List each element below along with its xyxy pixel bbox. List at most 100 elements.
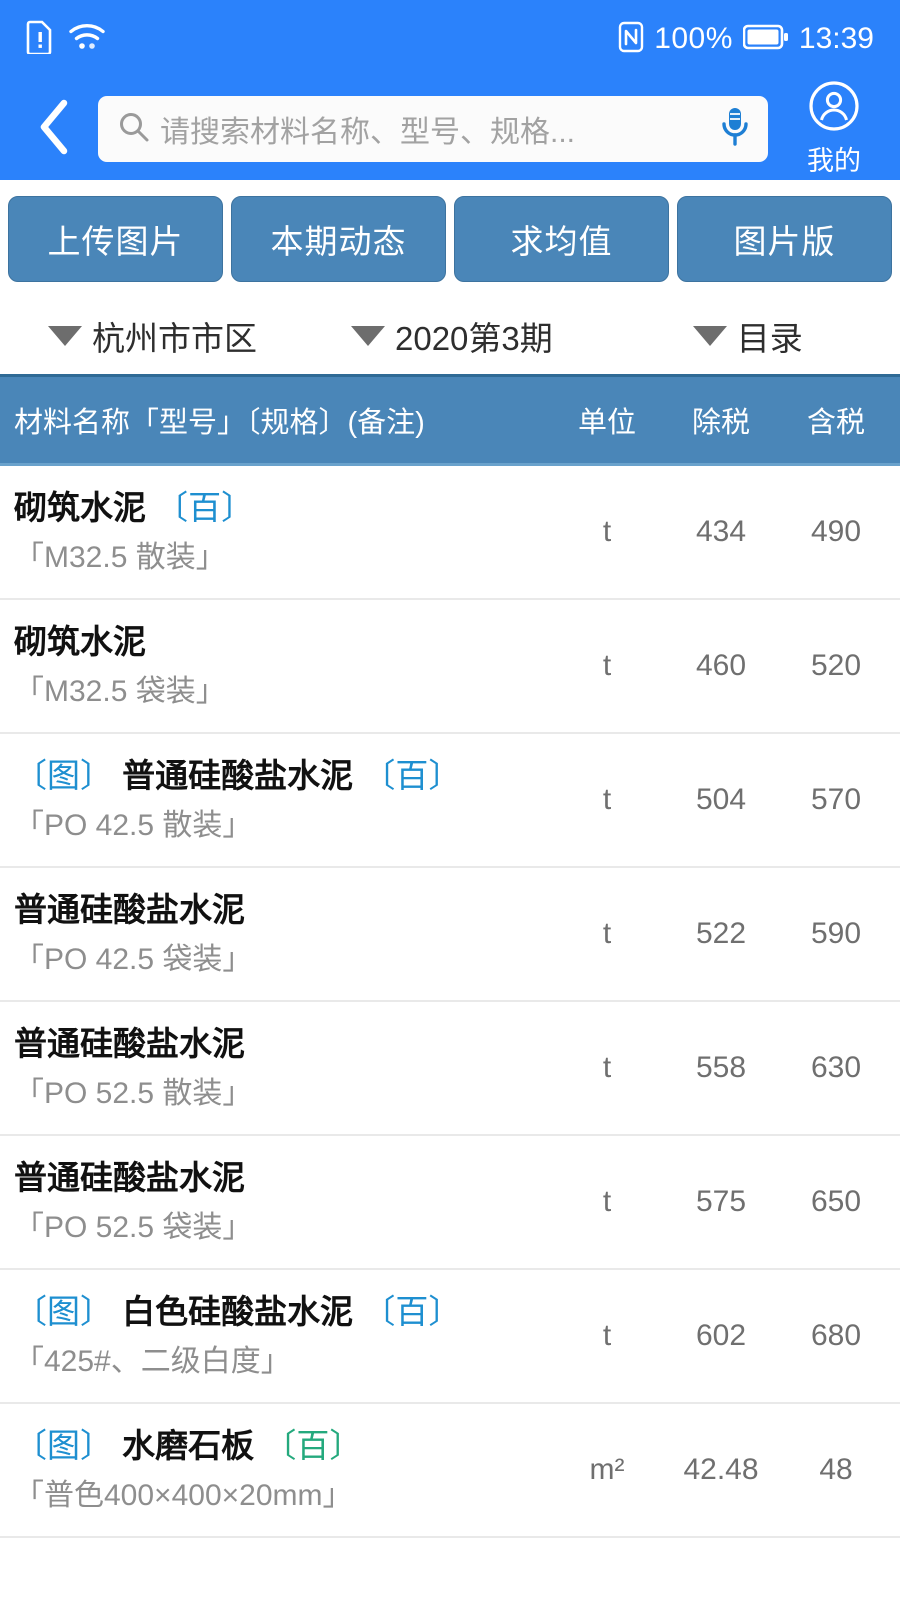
caret-down-icon bbox=[48, 326, 82, 346]
material-name-text: 普通硅酸盐水泥 bbox=[14, 1025, 245, 1063]
caret-down-icon bbox=[692, 326, 727, 346]
filter-period[interactable]: 2020第3期 bbox=[351, 312, 553, 360]
nfc-icon bbox=[618, 21, 644, 58]
table-row[interactable]: 砌筑水泥 「M32.5 袋装」 t 460 520 bbox=[0, 600, 900, 734]
column-header-unit: 单位 bbox=[577, 407, 636, 439]
material-in-tax-price: 630 bbox=[810, 1051, 862, 1084]
image-tag[interactable]: 〔图〕 bbox=[14, 1427, 122, 1464]
column-header-in-tax: 含税 bbox=[806, 407, 865, 439]
material-ex-tax-price: 602 bbox=[695, 1319, 747, 1352]
profile-button[interactable]: 我的 bbox=[786, 80, 882, 178]
material-ex-tax-price: 42.48 bbox=[683, 1453, 759, 1486]
column-header-ex-tax: 除税 bbox=[691, 407, 750, 439]
table-header: 材料名称「型号」〔规格〕(备注) 单位 除税 含税 bbox=[0, 374, 900, 466]
material-unit: t bbox=[602, 917, 612, 950]
profile-label: 我的 bbox=[807, 146, 861, 176]
table-row[interactable]: 〔图〕 水磨石板 〔百〕「普色400×400×20mm」 m² 42.48 48 bbox=[0, 1404, 900, 1538]
material-unit: m² bbox=[589, 1453, 625, 1486]
material-name-text: 普通硅酸盐水泥 bbox=[14, 1159, 245, 1197]
hundred-tag[interactable]: 〔百〕 bbox=[353, 1293, 461, 1330]
material-spec: 「PO 42.5 散装」 bbox=[14, 808, 253, 842]
material-in-tax-price: 680 bbox=[810, 1319, 862, 1352]
filter-catalog[interactable]: 目录 bbox=[692, 312, 803, 360]
material-name-cell: 〔图〕 水磨石板 〔百〕「普色400×400×20mm」 bbox=[0, 1427, 552, 1512]
material-unit: t bbox=[602, 1051, 612, 1084]
upload-image-button[interactable]: 上传图片 bbox=[8, 196, 223, 282]
image-tag[interactable]: 〔图〕 bbox=[14, 757, 122, 794]
search-input[interactable]: 请搜索材料名称、型号、规格... bbox=[160, 107, 708, 151]
material-unit: t bbox=[602, 783, 612, 816]
material-in-tax-price: 48 bbox=[819, 1453, 853, 1486]
material-name-text: 普通硅酸盐水泥 bbox=[122, 757, 354, 795]
material-name-text: 砌筑水泥 bbox=[14, 623, 146, 661]
material-ex-tax-price: 504 bbox=[695, 783, 747, 816]
filter-row: 杭州市市区 2020第3期 目录 bbox=[0, 298, 900, 374]
status-bar-clock: 13:39 bbox=[798, 22, 874, 55]
material-unit: t bbox=[602, 515, 612, 548]
table-row[interactable]: 普通硅酸盐水泥 「PO 42.5 袋装」 t 522 590 bbox=[0, 868, 900, 1002]
wifi-icon bbox=[68, 22, 106, 57]
material-title: 砌筑水泥 〔百〕 bbox=[14, 489, 552, 527]
status-bar-right: 100% 13:39 bbox=[618, 21, 874, 58]
material-ex-tax-price: 434 bbox=[695, 515, 747, 548]
hundred-tag[interactable]: 〔百〕 bbox=[254, 1427, 362, 1464]
material-ex-tax-price: 575 bbox=[695, 1185, 747, 1218]
caret-down-icon bbox=[351, 326, 385, 346]
material-title: 普通硅酸盐水泥 bbox=[14, 891, 552, 929]
battery-full-icon bbox=[742, 24, 789, 55]
table-row[interactable]: 普通硅酸盐水泥「PO 52.5 袋装」 t 575 650 bbox=[0, 1136, 900, 1270]
column-header-name: 材料名称「型号」〔规格〕(备注) bbox=[14, 407, 425, 439]
table-row[interactable]: 砌筑水泥 〔百〕 「M32.5 散装」 t 434 490 bbox=[0, 466, 900, 600]
image-tag[interactable]: 〔图〕 bbox=[14, 1293, 122, 1330]
material-in-tax-price: 570 bbox=[810, 783, 862, 816]
material-spec: 「PO 52.5 袋装」 bbox=[14, 1210, 253, 1244]
filter-period-label: 2020第3期 bbox=[395, 320, 553, 357]
material-name-cell: 普通硅酸盐水泥「PO 42.5 袋装」 bbox=[0, 891, 552, 976]
average-value-button[interactable]: 求均值 bbox=[454, 196, 669, 282]
status-bar-left bbox=[26, 20, 106, 59]
material-spec: 「425#、二级白度」 bbox=[14, 1344, 291, 1378]
battery-percent-label: 100% bbox=[654, 22, 733, 55]
chevron-left-icon bbox=[34, 97, 76, 162]
current-period-news-button[interactable]: 本期动态 bbox=[231, 196, 446, 282]
material-unit: t bbox=[602, 649, 612, 682]
material-name-text: 白色硅酸盐水泥 bbox=[122, 1293, 354, 1331]
action-button-row: 上传图片 本期动态 求均值 图片版 bbox=[0, 180, 900, 298]
table-row[interactable]: 普通硅酸盐水泥 「PO 52.5 散装」 t 558 630 bbox=[0, 1002, 900, 1136]
app-root: 100% 13:39 请搜索材料名称、型号、规格... 我的 上传图片 本期动态… bbox=[0, 0, 900, 1600]
hundred-tag[interactable]: 〔百〕 bbox=[353, 757, 461, 794]
material-spec: 「普色400×400×20mm」 bbox=[14, 1478, 353, 1512]
microphone-icon[interactable] bbox=[718, 105, 752, 154]
material-name-text: 砌筑水泥 bbox=[14, 489, 146, 527]
status-bar: 100% 13:39 bbox=[0, 0, 900, 78]
material-title: 普通硅酸盐水泥 bbox=[14, 1159, 552, 1197]
material-spec: 「M32.5 散装」 bbox=[14, 540, 226, 574]
material-title: 〔图〕 水磨石板 〔百〕 bbox=[14, 1427, 552, 1465]
material-spec: 「M32.5 袋装」 bbox=[14, 674, 226, 708]
image-version-button[interactable]: 图片版 bbox=[677, 196, 892, 282]
material-name-cell: 普通硅酸盐水泥 「PO 52.5 散装」 bbox=[0, 1025, 552, 1110]
material-name-cell: 砌筑水泥「M32.5 袋装」 bbox=[0, 623, 552, 708]
material-name-text: 普通硅酸盐水泥 bbox=[14, 891, 245, 929]
material-name-cell: 砌筑水泥 〔百〕「M32.5 散装」 bbox=[0, 489, 552, 574]
table-row[interactable]: 〔图〕 白色硅酸盐水泥 〔百〕「425#、二级白度」 t 602 680 bbox=[0, 1270, 900, 1404]
material-title: 〔图〕 普通硅酸盐水泥 〔百〕 bbox=[14, 757, 552, 795]
material-title: 〔图〕 白色硅酸盐水泥 〔百〕 bbox=[14, 1293, 552, 1331]
hundred-tag[interactable]: 〔百〕 bbox=[146, 489, 254, 526]
material-in-tax-price: 650 bbox=[810, 1185, 862, 1218]
filter-region[interactable]: 杭州市市区 bbox=[48, 312, 257, 360]
search-icon bbox=[118, 111, 150, 148]
material-list: 砌筑水泥 〔百〕 「M32.5 散装」 t 434 490 砌筑水泥 「M32.5 袋装」 t… bbox=[0, 466, 900, 1600]
back-button[interactable] bbox=[22, 97, 88, 162]
material-name-cell: 普通硅酸盐水泥「PO 52.5 袋装」 bbox=[0, 1159, 552, 1244]
table-row[interactable]: 〔图〕 普通硅酸盐水泥 〔百〕「PO 42.5 散装」 t 504 570 bbox=[0, 734, 900, 868]
material-name-text: 水磨石板 bbox=[122, 1427, 255, 1465]
material-unit: t bbox=[602, 1185, 612, 1218]
material-ex-tax-price: 460 bbox=[695, 649, 747, 682]
material-unit: t bbox=[602, 1319, 612, 1352]
material-ex-tax-price: 522 bbox=[695, 917, 747, 950]
search-bar[interactable]: 请搜索材料名称、型号、规格... bbox=[98, 96, 768, 162]
material-spec: 「PO 42.5 袋装」 bbox=[14, 942, 253, 976]
filter-catalog-label: 目录 bbox=[736, 320, 803, 357]
sim-alert-icon bbox=[26, 20, 54, 59]
